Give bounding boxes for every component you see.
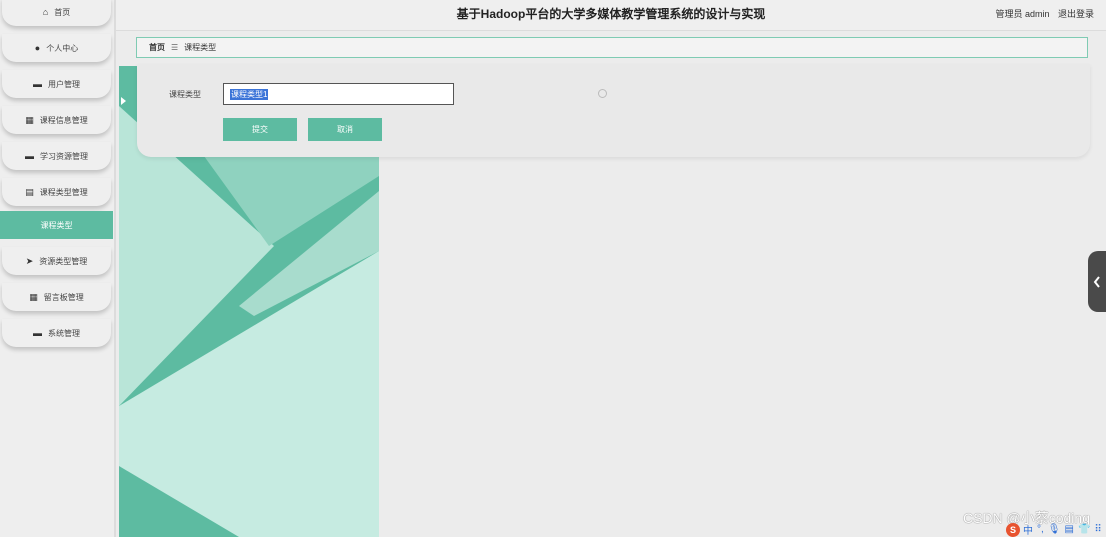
clipboard-icon: ▤ [25, 186, 34, 197]
ime-skin-icon[interactable]: 👕 [1078, 524, 1090, 535]
sidebar-item-message-board[interactable]: ▦ 留言板管理 [2, 283, 111, 311]
breadcrumb-current: 课程类型 [184, 43, 217, 52]
sidebar-item-system[interactable]: ▬ 系统管理 [2, 319, 111, 347]
grid-icon: ▦ [25, 114, 34, 125]
selected-input-text: 课程类型1 [230, 89, 269, 100]
top-header: 基于Hadoop平台的大学多媒体教学管理系统的设计与实现 管理员 admin 退… [116, 0, 1106, 31]
chevron-left-icon [1093, 275, 1100, 288]
home-icon: ⌂ [42, 7, 49, 17]
sidebar-item-label: 学习资源管理 [40, 151, 88, 161]
breadcrumb-separator-icon: ☰ [171, 43, 179, 52]
breadcrumb: 首页 ☰ 课程类型 [136, 37, 1088, 58]
ime-toolbox-icon[interactable]: ⠿ [1094, 524, 1101, 535]
ime-toolbar: S 中 °, 🎙 ▤ 👕 ⠿ [1006, 522, 1106, 537]
sidebar-subitem-label: 课程类型 [40, 220, 73, 230]
grid-icon: ▦ [29, 291, 38, 302]
sidebar-item-label: 资源类型管理 [39, 256, 88, 266]
submit-button[interactable]: 提交 [223, 118, 297, 141]
logout-link[interactable]: 退出登录 [1058, 9, 1094, 19]
mouse-cursor-icon [121, 97, 126, 105]
sidebar: ⌂ 首页 ● 个人中心 ▬ 用户管理 ▦ 课程信息管理 ▬ 学习资源管理 ▤ 课… [0, 0, 116, 537]
course-type-label: 课程类型 [169, 90, 201, 99]
sidebar-item-course-type[interactable]: ▤ 课程类型管理 [2, 178, 111, 206]
ime-chinese-icon[interactable]: 中 [1023, 522, 1033, 537]
sidebar-item-label: 用户管理 [48, 79, 80, 89]
sidebar-item-label: 个人中心 [46, 43, 79, 53]
sidebar-subitem-course-type[interactable]: 课程类型 [0, 211, 113, 239]
briefcase-icon: ▬ [33, 328, 42, 338]
send-icon: ➤ [25, 255, 34, 266]
sidebar-item-users[interactable]: ▬ 用户管理 [2, 70, 111, 98]
sidebar-item-course-info[interactable]: ▦ 课程信息管理 [2, 106, 111, 134]
sidebar-item-resource-type[interactable]: ➤ 资源类型管理 [2, 247, 111, 275]
user-label: 管理员 admin [995, 9, 1050, 19]
monitor-icon: ▬ [25, 151, 34, 161]
sidebar-item-home[interactable]: ⌂ 首页 [2, 0, 111, 26]
ime-punctuation-icon[interactable]: °, [1037, 524, 1044, 535]
sidebar-item-label: 首页 [54, 7, 71, 17]
app-title: 基于Hadoop平台的大学多媒体教学管理系统的设计与实现 [456, 7, 766, 21]
user-icon: ● [34, 43, 41, 53]
sogou-logo-icon: S [1006, 522, 1020, 537]
sidebar-item-label: 课程信息管理 [39, 115, 88, 125]
form-card [137, 64, 1090, 157]
sidebar-item-label: 系统管理 [48, 328, 80, 338]
breadcrumb-home[interactable]: 首页 [149, 42, 165, 53]
sidebar-item-label: 课程类型管理 [39, 187, 88, 197]
ime-voice-icon[interactable]: 🎙 [1048, 524, 1061, 535]
sidebar-item-profile[interactable]: ● 个人中心 [2, 34, 111, 62]
users-icon: ▬ [33, 79, 42, 89]
user-area: 管理员 admin 退出登录 [989, 0, 1094, 29]
sidebar-item-label: 留言板管理 [43, 292, 84, 302]
collapse-handle[interactable] [1088, 251, 1106, 312]
ime-keyboard-icon[interactable]: ▤ [1064, 524, 1073, 535]
clear-icon [598, 89, 607, 98]
cancel-button[interactable]: 取消 [308, 118, 382, 141]
sidebar-item-learning-resources[interactable]: ▬ 学习资源管理 [2, 142, 111, 170]
